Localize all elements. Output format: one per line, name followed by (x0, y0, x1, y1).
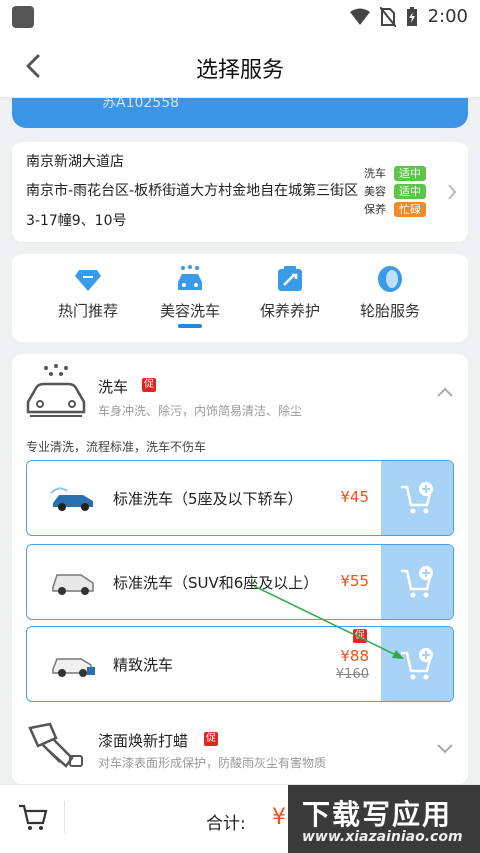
license-plate: 苏A102558 (102, 98, 180, 111)
tab-tire-service[interactable]: 轮胎服务 (340, 264, 440, 321)
status-label: 洗车 (364, 167, 386, 180)
tire-icon (378, 266, 402, 292)
maintenance-icon (278, 266, 302, 291)
store-address: 南京市-雨花台区-板桥街道大方村金地自在城第三街区3-17幢9、10号 (26, 183, 359, 229)
store-card[interactable]: 南京新湖大道店 南京市-雨花台区-板桥街道大方村金地自在城第三街区3-17幢9、… (12, 142, 468, 242)
service-subtitle: 对车漆表面形成保护，防酸雨灰尘有害物质 (98, 756, 327, 770)
status-row-maintenance: 保养 忙碌 (364, 200, 444, 218)
tab-beauty-wash[interactable]: 美容洗车 (140, 264, 240, 321)
tab-label: 保养养护 (259, 302, 320, 320)
car-wash-icon (178, 265, 202, 290)
busy-status-list: 洗车 适中 美容 适中 保养 忙碌 (364, 164, 444, 218)
page-title: 选择服务 (195, 58, 284, 83)
service-title: 漆面焕新打蜡 (98, 732, 189, 750)
tab-label: 美容洗车 (159, 302, 220, 320)
status-badge: 适中 (394, 165, 426, 181)
status-badge: 忙碌 (394, 201, 426, 217)
tab-maintenance[interactable]: 保养养护 (240, 264, 340, 321)
clock: 2:00 (427, 6, 468, 27)
diamond-icon (75, 270, 101, 291)
status-bar: 2:00 (0, 0, 480, 34)
chevron-right-icon (448, 184, 457, 200)
watermark-logo: 下载写应用 www.xiazainiao.com (288, 785, 480, 853)
checkout-bar: 合计: ¥ 下载写应用 www.xiazainiao.com (0, 784, 480, 853)
total-label: 合计: (206, 814, 246, 834)
status-badge: 适中 (394, 183, 426, 199)
store-name: 南京新湖大道店 (26, 154, 124, 170)
tab-hot-recommend[interactable]: 热门推荐 (38, 264, 138, 321)
battery-charging-icon (406, 6, 417, 26)
chevron-down-icon[interactable] (436, 742, 454, 754)
status-row-beauty: 美容 适中 (364, 182, 444, 200)
total-value: ¥ (272, 805, 286, 830)
category-tabs: 热门推荐 美容洗车 保养养护 轮胎服务 (12, 254, 468, 342)
active-tab-indicator (178, 324, 202, 328)
vehicle-card[interactable]: 苏A102558 (12, 98, 468, 128)
tab-label: 热门推荐 (57, 302, 118, 320)
status-icons: 2:00 (349, 6, 468, 27)
divider (64, 801, 65, 833)
spray-polish-icon (28, 722, 83, 768)
status-label: 美容 (364, 185, 386, 198)
annotation-arrow (253, 585, 404, 659)
app-header: 选择服务 (0, 34, 480, 98)
app-notification-icon (12, 6, 34, 28)
status-label: 保养 (364, 203, 386, 216)
watermark-url: www.xiazainiao.com (302, 829, 463, 845)
service-list-card: 洗车 促 车身冲洗、除污，内饰简易清洁、除尘 专业清洗，流程标准，洗车不伤车 标… (12, 354, 468, 784)
no-sim-icon (379, 6, 396, 27)
tab-label: 轮胎服务 (359, 302, 420, 320)
wifi-icon (349, 8, 370, 25)
promo-badge: 促 (204, 732, 218, 746)
watermark-title: 下载写应用 (302, 798, 453, 831)
status-row-wash: 洗车 适中 (364, 164, 444, 182)
cart-icon[interactable] (18, 803, 48, 831)
